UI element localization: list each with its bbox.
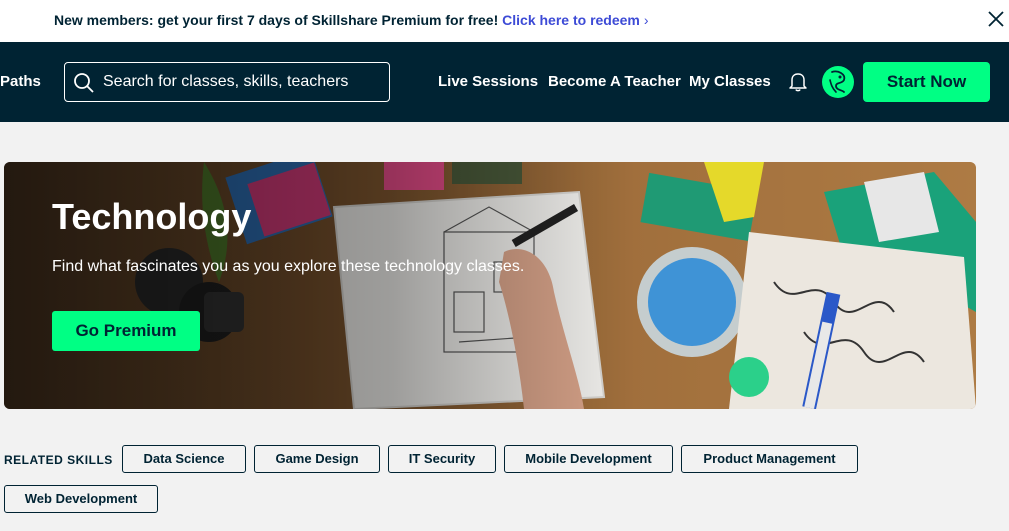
- hero-banner: Technology Find what fascinates you as y…: [4, 162, 976, 409]
- skill-chip-web-development[interactable]: Web Development: [4, 485, 158, 513]
- nav-link-paths[interactable]: Paths: [0, 73, 41, 90]
- promo-message: New members: get your first 7 days of Sk…: [54, 12, 499, 28]
- nav-link-become-teacher[interactable]: Become A Teacher: [548, 73, 681, 90]
- bell-icon[interactable]: [787, 70, 809, 92]
- search-icon: [74, 73, 94, 93]
- skill-chip-product-management[interactable]: Product Management: [681, 445, 858, 473]
- skill-chip-game-design[interactable]: Game Design: [254, 445, 380, 473]
- promo-text: New members: get your first 7 days of Sk…: [54, 12, 649, 28]
- hero-subtitle: Find what fascinates you as you explore …: [52, 258, 525, 275]
- chevron-right-icon: ›: [643, 12, 649, 28]
- skill-chip-mobile-development[interactable]: Mobile Development: [504, 445, 673, 473]
- related-skills-label: RELATED SKILLS: [4, 453, 113, 467]
- start-now-button[interactable]: Start Now: [863, 62, 990, 102]
- search-input[interactable]: [103, 71, 383, 93]
- search-box[interactable]: [64, 62, 390, 102]
- nav-link-my-classes[interactable]: My Classes: [689, 73, 771, 90]
- go-premium-button[interactable]: Go Premium: [52, 311, 200, 351]
- avatar[interactable]: [822, 66, 854, 98]
- page-title: Technology: [52, 196, 252, 237]
- nav-link-live-sessions[interactable]: Live Sessions: [438, 73, 538, 90]
- skill-chip-data-science[interactable]: Data Science: [122, 445, 246, 473]
- promo-redeem-link[interactable]: Click here to redeem ›: [502, 12, 648, 28]
- close-icon[interactable]: [985, 8, 1009, 34]
- promo-banner: New members: get your first 7 days of Sk…: [0, 0, 1009, 42]
- top-nav: Paths Live Sessions Become A Teacher My …: [0, 42, 1009, 122]
- skill-chip-it-security[interactable]: IT Security: [388, 445, 496, 473]
